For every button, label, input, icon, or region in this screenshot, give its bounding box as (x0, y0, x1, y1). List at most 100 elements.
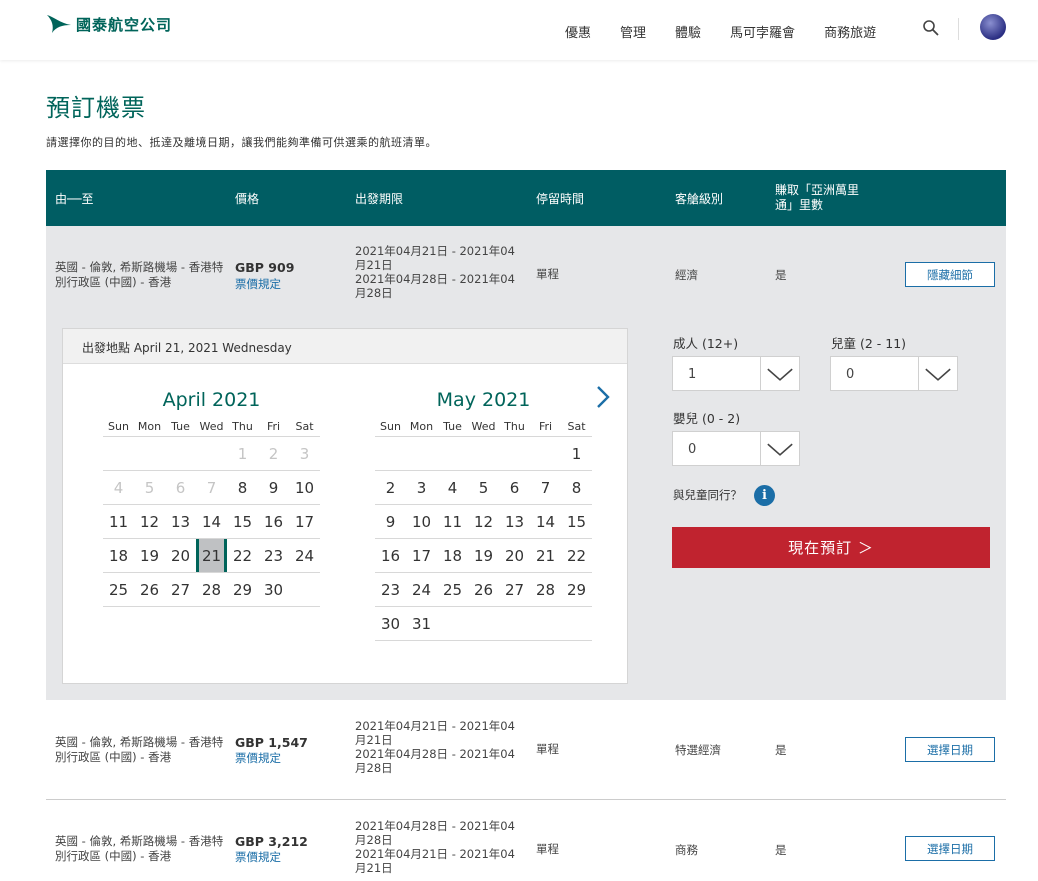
calendar-day[interactable]: 3 (406, 471, 437, 504)
calendar-day[interactable]: 20 (499, 539, 530, 572)
calendar-day[interactable]: 1 (561, 437, 592, 470)
calendar-week-row: 16 17 18 19 20 21 22 (375, 539, 592, 573)
calendar-day[interactable]: 8 (561, 471, 592, 504)
infants-select[interactable]: 0 (672, 431, 800, 466)
calendar-day[interactable]: 21 (530, 539, 561, 572)
calendar-day[interactable]: 28 (530, 573, 561, 606)
nav-item-marco-polo[interactable]: 馬可孛羅會 (730, 22, 795, 41)
calendar-day[interactable]: 16 (375, 539, 406, 572)
calendar-day-selected[interactable]: 21 (196, 539, 227, 572)
calendar-day[interactable]: 30 (258, 573, 289, 606)
calendar-day[interactable]: 6 (499, 471, 530, 504)
date-range-return: 2021年04月28日 - 2021年04月28日 (355, 272, 515, 300)
nav-item-offers[interactable]: 優惠 (565, 22, 591, 41)
nav-divider (958, 18, 959, 40)
calendar-day[interactable]: 25 (437, 573, 468, 606)
calendar-day[interactable]: 13 (165, 505, 196, 538)
top-navigation-bar: 國泰航空公司 優惠 管理 體驗 馬可孛羅會 商務旅遊 (0, 0, 1038, 60)
brushwing-logo-icon (47, 15, 71, 33)
cabin-text: 經濟 (675, 268, 698, 282)
cabin-text: 特選經濟 (675, 743, 721, 757)
calendar-week-row: 2345678 (375, 471, 592, 505)
date-range-return: 2021年04月21日 - 2021年04月21日 (355, 847, 515, 875)
calendar-day[interactable]: 29 (561, 573, 592, 606)
calendar-day[interactable]: 9 (375, 505, 406, 538)
calendar-day[interactable]: 8 (227, 471, 258, 504)
calendar-day[interactable]: 26 (468, 573, 499, 606)
calendar-day[interactable]: 4 (437, 471, 468, 504)
calendar-day[interactable]: 28 (196, 573, 227, 606)
children-select[interactable]: 0 (830, 356, 958, 391)
search-icon[interactable] (922, 19, 940, 37)
fare-rules-link[interactable]: 票價規定 (235, 750, 281, 766)
calendar-empty-cell (468, 437, 499, 470)
calendar-day[interactable]: 10 (406, 505, 437, 538)
nav-item-experience[interactable]: 體驗 (675, 22, 701, 41)
info-icon[interactable]: i (754, 485, 775, 506)
calendar-day[interactable]: 22 (561, 539, 592, 572)
calendar-day[interactable]: 29 (227, 573, 258, 606)
calendar-day[interactable]: 16 (258, 505, 289, 538)
calendar-day[interactable]: 24 (406, 573, 437, 606)
calendar-empty-cell (406, 437, 437, 470)
calendar-day[interactable]: 9 (258, 471, 289, 504)
calendar-day[interactable]: 12 (134, 505, 165, 538)
fare-rules-link[interactable]: 票價規定 (235, 276, 281, 292)
calendar-day[interactable]: 27 (165, 573, 196, 606)
date-picker: 出發地點 April 21, 2021 Wednesday April 2021… (62, 328, 628, 684)
adults-value: 1 (688, 367, 697, 382)
calendar-day[interactable]: 15 (561, 505, 592, 538)
calendar-day[interactable]: 2 (375, 471, 406, 504)
header-stay: 停留時間 (536, 192, 585, 206)
calendar-day[interactable]: 30 (375, 607, 406, 640)
cathay-logo[interactable]: 國泰航空公司 (46, 13, 172, 35)
oneworld-icon[interactable] (980, 14, 1006, 40)
calendar-week-row: 4 5 6 7 8 9 10 (103, 471, 320, 505)
calendar-day[interactable]: 25 (103, 573, 134, 606)
calendar-day[interactable]: 10 (289, 471, 320, 504)
calendar-empty-cell (289, 573, 320, 606)
calendar-day[interactable]: 23 (375, 573, 406, 606)
calendar-day[interactable]: 11 (103, 505, 134, 538)
calendar-day[interactable]: 11 (437, 505, 468, 538)
calendar-day[interactable]: 19 (468, 539, 499, 572)
calendar-day[interactable]: 18 (437, 539, 468, 572)
calendar-day[interactable]: 31 (406, 607, 437, 640)
calendar-day-disabled: 1 (237, 445, 248, 463)
calendar-day[interactable]: 17 (406, 539, 437, 572)
adults-select[interactable]: 1 (672, 356, 800, 391)
calendar-day[interactable]: 18 (103, 539, 134, 572)
calendar-day[interactable]: 7 (530, 471, 561, 504)
miles-text: 是 (775, 843, 787, 857)
nav-item-manage[interactable]: 管理 (620, 22, 646, 41)
calendar-day[interactable]: 27 (499, 573, 530, 606)
calendar-week-row: 25 26 27 28 29 30 (103, 573, 320, 607)
calendar-day[interactable]: 14 (530, 505, 561, 538)
header-route: 由──至 (55, 192, 94, 206)
calendar-day[interactable]: 17 (289, 505, 320, 538)
nav-item-business-travel[interactable]: 商務旅遊 (824, 22, 876, 41)
calendar-day[interactable]: 23 (258, 539, 289, 572)
calendar-day[interactable]: 24 (289, 539, 320, 572)
select-dates-button[interactable]: 選擇日期 (905, 836, 995, 861)
calendar-day[interactable]: 14 (196, 505, 227, 538)
hide-details-button[interactable]: 隱藏細節 (905, 262, 995, 287)
select-dates-button[interactable]: 選擇日期 (905, 737, 995, 762)
adults-label: 成人 (12+) (673, 336, 739, 351)
calendar-day[interactable]: 22 (227, 539, 258, 572)
calendar-day[interactable]: 15 (227, 505, 258, 538)
fare-rules-link[interactable]: 票價規定 (235, 849, 281, 865)
book-now-button[interactable]: 現在預訂 ＞ (672, 527, 990, 568)
price-text: GBP 3,212 (235, 834, 308, 849)
stay-text: 單程 (536, 742, 559, 756)
calendar-day-disabled: 5 (144, 479, 155, 497)
weekday-label: Tue (171, 420, 190, 433)
calendar-day[interactable]: 26 (134, 573, 165, 606)
calendar-day[interactable]: 12 (468, 505, 499, 538)
calendar-day[interactable]: 20 (165, 539, 196, 572)
main-nav: 優惠 管理 體驗 馬可孛羅會 商務旅遊 (565, 22, 905, 41)
calendar-day[interactable]: 5 (468, 471, 499, 504)
calendar-day[interactable]: 13 (499, 505, 530, 538)
next-month-chevron-icon[interactable] (593, 384, 613, 410)
calendar-day[interactable]: 19 (134, 539, 165, 572)
